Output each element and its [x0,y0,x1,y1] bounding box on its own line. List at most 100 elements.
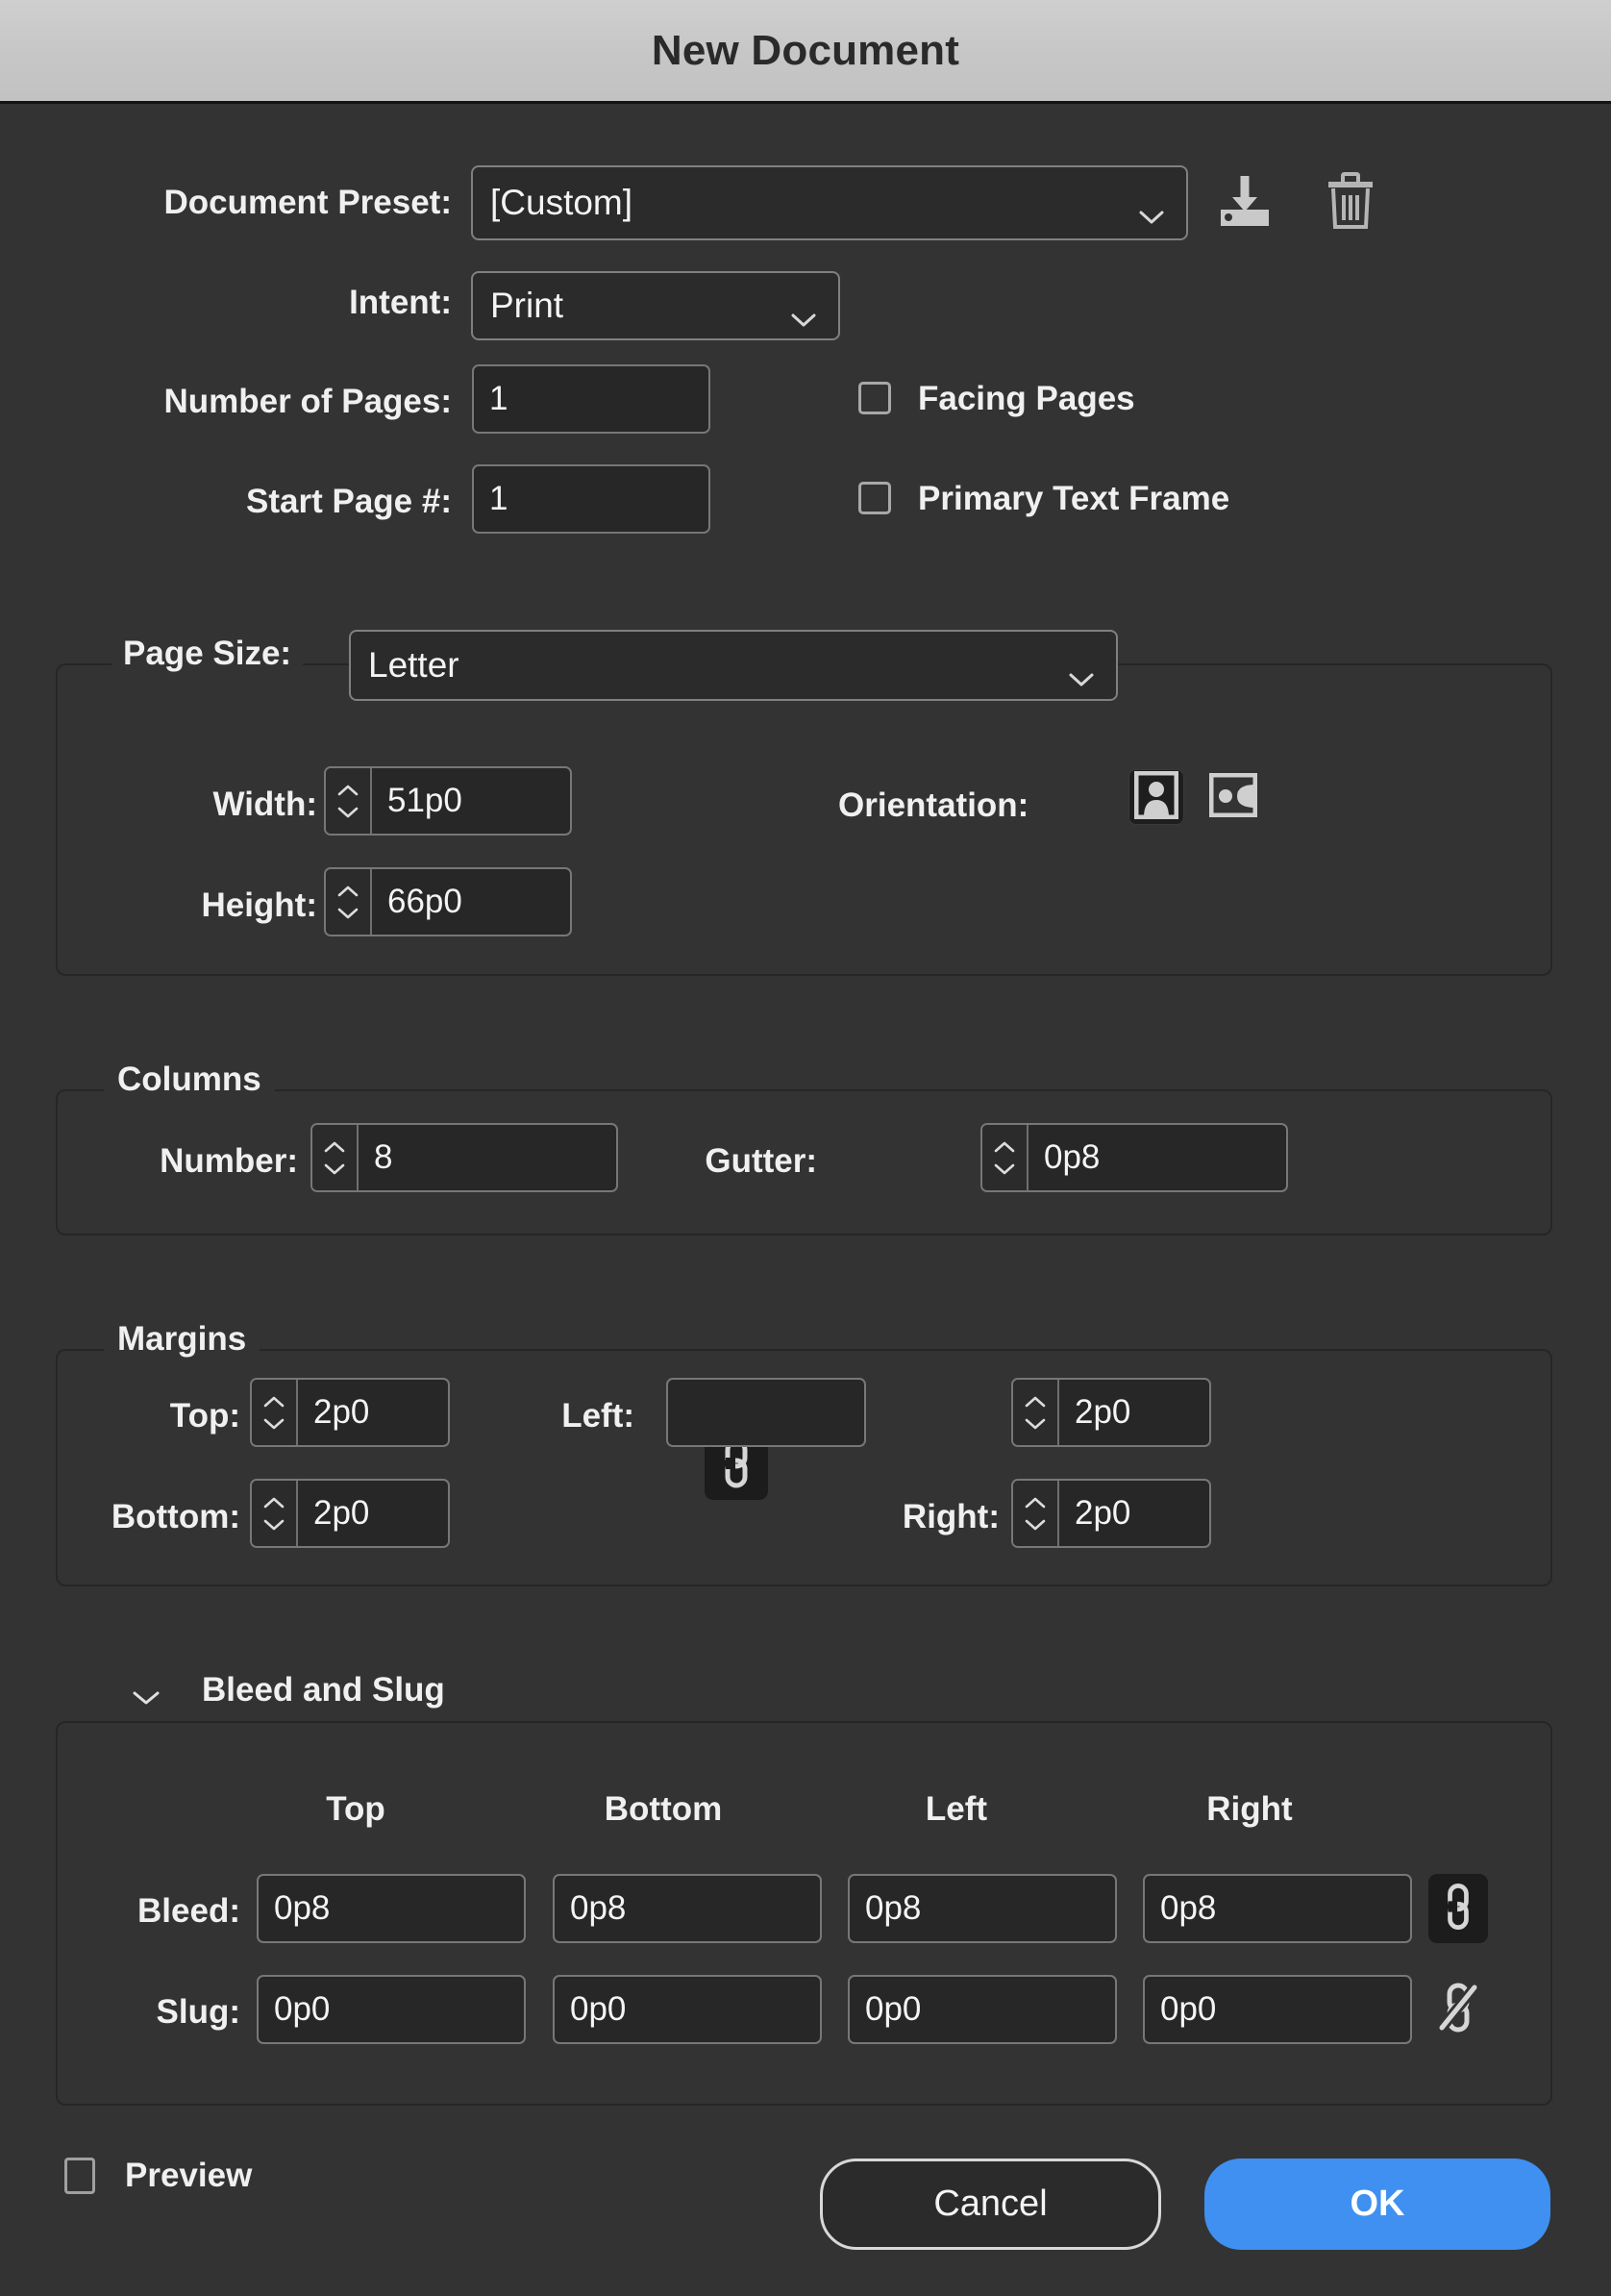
margin-left-arrows[interactable] [1013,1380,1059,1445]
slug-left-input[interactable]: 0p0 [848,1975,1117,2044]
bleed-slug-header-bottom: Bottom [604,1790,723,1828]
slug-top-input[interactable]: 0p0 [257,1975,526,2044]
page-size-value: Letter [368,645,459,685]
chevron-down-icon [263,1519,285,1530]
chevron-up-icon [263,1497,285,1508]
bleed-bottom-value: 0p8 [570,1889,627,1927]
chevron-up-icon [1025,1396,1046,1407]
bleed-link-button[interactable] [1428,1874,1488,1943]
margin-right-arrows[interactable] [1013,1481,1059,1546]
margin-top-arrows[interactable] [252,1380,298,1445]
slug-bottom-input[interactable]: 0p0 [553,1975,822,2044]
bleed-left-value: 0p8 [865,1889,922,1927]
bleed-bottom-input[interactable]: 0p8 [553,1874,822,1943]
bleed-slug-header-top: Top [326,1790,385,1828]
intent-dropdown[interactable]: Print [471,271,840,340]
bleed-right-input[interactable]: 0p8 [1143,1874,1412,1943]
portrait-orientation-icon [1133,770,1179,824]
start-page-label: Start Page #: [246,483,452,520]
preview-label[interactable]: Preview [125,2157,252,2195]
height-stepper[interactable]: 66p0 [324,867,572,936]
document-preset-label: Document Preset: [163,184,452,221]
width-stepper[interactable]: 51p0 [324,766,572,836]
columns-gutter-value[interactable]: 0p8 [1029,1125,1286,1190]
document-preset-dropdown[interactable]: [Custom] [471,165,1188,240]
page-size-dropdown[interactable]: Letter [349,630,1118,701]
chain-link-broken-icon [1437,1982,1479,2038]
start-page-input[interactable]: 1 [472,464,710,534]
margin-bottom-arrows[interactable] [252,1481,298,1546]
margin-left-stepper[interactable]: 2p0 [1011,1378,1211,1447]
columns-number-arrows[interactable] [312,1125,359,1190]
bleed-slug-disclosure-button[interactable] [127,1681,165,1719]
page-size-label: Page Size: [112,635,304,673]
start-page-value: 1 [489,480,508,517]
primary-text-frame-checkbox[interactable] [858,482,891,514]
ok-button-label: OK [1350,2184,1405,2224]
cancel-button-label: Cancel [933,2184,1048,2224]
chevron-down-icon [1025,1519,1046,1530]
height-value[interactable]: 66p0 [372,869,570,935]
chevron-down-icon [263,1418,285,1429]
bleed-top-input[interactable]: 0p8 [257,1874,526,1943]
facing-pages-label[interactable]: Facing Pages [918,380,1135,418]
chevron-up-icon [337,785,359,795]
facing-pages-checkbox[interactable] [858,382,891,414]
height-stepper-arrows[interactable] [326,869,372,935]
width-stepper-arrows[interactable] [326,768,372,834]
columns-number-stepper[interactable]: 8 [310,1123,618,1192]
delete-preset-button[interactable] [1317,165,1384,240]
trash-icon [1326,171,1376,236]
new-document-dialog: New Document Document Preset: [Custom] I… [0,0,1611,2296]
dialog-title: New Document [651,26,960,74]
chevron-down-icon [1138,194,1165,224]
slug-right-value: 0p0 [1160,1990,1217,2028]
number-of-pages-label: Number of Pages: [163,383,453,420]
orientation-portrait-button[interactable] [1128,769,1184,825]
intent-value: Print [490,286,564,325]
chevron-down-icon [790,297,817,327]
intent-label: Intent: [349,284,452,321]
dialog-titlebar: New Document [0,0,1611,104]
margin-bottom-stepper[interactable]: 2p0 [250,1479,450,1548]
margins-group-title: Margins [104,1320,260,1359]
columns-gutter-stepper[interactable]: 0p8 [980,1123,1288,1192]
slug-link-button[interactable] [1428,1975,1488,2044]
width-value[interactable]: 51p0 [372,768,570,834]
orientation-landscape-button[interactable] [1205,769,1261,825]
bleed-slug-group-title: Bleed and Slug [188,1671,459,1710]
chevron-down-icon [324,1163,345,1174]
slug-left-value: 0p0 [865,1990,922,2028]
margin-left-value[interactable]: 2p0 [1059,1380,1209,1445]
bleed-label: Bleed: [137,1892,240,1930]
preview-checkbox[interactable] [64,2158,95,2194]
height-label: Height: [201,886,317,924]
margin-bottom-value[interactable]: 2p0 [298,1481,448,1546]
columns-gutter-label: Gutter: [705,1142,817,1180]
margin-right-value[interactable]: 2p0 [1059,1481,1209,1546]
chevron-up-icon [994,1141,1015,1152]
bleed-right-value: 0p8 [1160,1889,1217,1927]
width-label: Width: [212,786,317,823]
bleed-top-value: 0p8 [274,1889,331,1927]
chevron-down-icon [337,807,359,817]
slug-bottom-value: 0p0 [570,1990,627,2028]
slug-right-input[interactable]: 0p0 [1143,1975,1412,2044]
chevron-down-icon [1068,657,1095,686]
number-of-pages-value: 1 [489,380,508,417]
bleed-left-input[interactable]: 0p8 [848,1874,1117,1943]
save-preset-button[interactable] [1211,169,1278,237]
primary-text-frame-label[interactable]: Primary Text Frame [918,480,1229,518]
ok-button[interactable]: OK [1204,2159,1550,2250]
margin-right-stepper[interactable]: 2p0 [1011,1479,1211,1548]
slug-label: Slug: [156,1993,240,2031]
margin-left-label: Left: [561,1397,634,1435]
chevron-down-icon [994,1163,1015,1174]
chevron-down-icon [1025,1418,1046,1429]
slug-top-value: 0p0 [274,1990,331,2028]
number-of-pages-input[interactable]: 1 [472,364,710,434]
orientation-label: Orientation: [838,786,1029,824]
columns-gutter-arrows[interactable] [982,1125,1029,1190]
columns-number-label: Number: [160,1142,298,1180]
cancel-button[interactable]: Cancel [820,2159,1161,2250]
